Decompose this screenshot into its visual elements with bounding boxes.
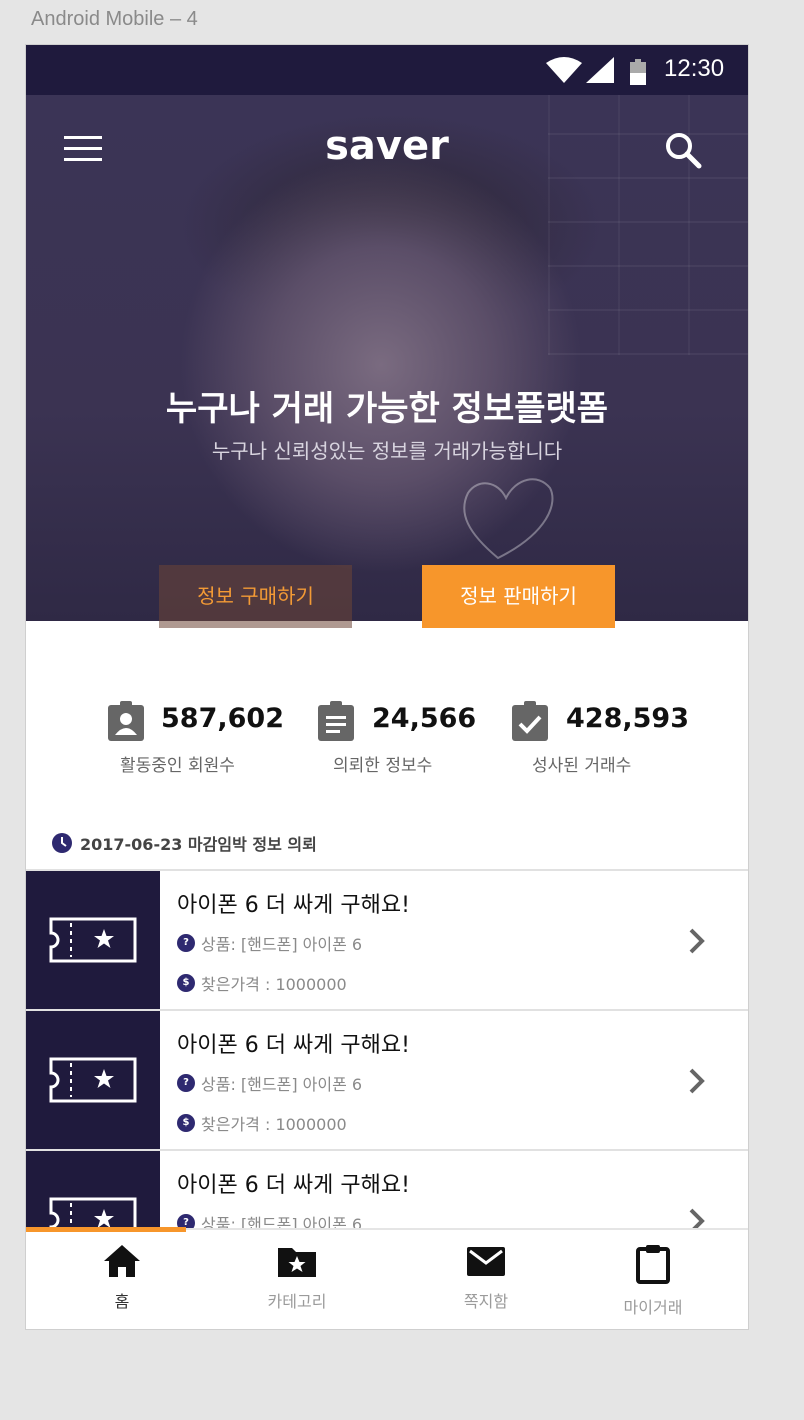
nav-messages-label: 쪽지함 [463, 1292, 509, 1311]
clipboard-check-icon [512, 701, 548, 741]
deadline-text: 2017-06-23 마감임박 정보 의뢰 [80, 835, 317, 854]
item-price: $ 찾은가격 : 1000000 [177, 1111, 347, 1135]
artboard-label: Android Mobile – 4 [31, 8, 198, 30]
item-product: ? 상품: [핸드폰] 아이폰 6 [177, 931, 362, 955]
hero-title: 누구나 거래 가능한 정보플랫폼 [165, 389, 609, 429]
clipboard-icon [636, 1245, 670, 1284]
nav-messages[interactable]: 쪽지함 [426, 1230, 546, 1329]
stat-deals-label: 성사된 거래수 [532, 756, 632, 776]
chevron-right-icon [689, 928, 705, 954]
item-product: ? 상품: [핸드폰] 아이폰 6 [177, 1071, 362, 1095]
stat-requests-label: 의뢰한 정보수 [333, 756, 433, 776]
sell-info-button[interactable]: 정보 판매하기 [422, 565, 615, 628]
item-price: $ 찾은가격 : 1000000 [177, 971, 347, 995]
signal-icon [586, 57, 614, 83]
clock-icon [52, 833, 72, 853]
ticket-star-icon [49, 917, 137, 963]
item-product-text: 상품: [핸드폰] 아이폰 6 [201, 1075, 363, 1094]
question-icon: ? [177, 1074, 195, 1092]
folder-star-icon [278, 1248, 316, 1277]
ticket-star-icon [49, 1057, 137, 1103]
hero-subtitle: 누구나 신뢰성있는 정보를 거래가능합니다 [211, 439, 563, 463]
item-price-text: 찾은가격 : 1000000 [201, 1115, 347, 1134]
hero-banner: saver 누구나 거래 가능한 정보플랫폼 누구나 신뢰성있는 정보를 거래가… [26, 95, 748, 628]
battery-icon [630, 59, 646, 85]
chevron-right-icon [689, 1068, 705, 1094]
clipboard-list-icon [318, 701, 354, 741]
list-item[interactable]: 아이폰 6 더 싸게 구해요! ? 상품: [핸드폰] 아이폰 6 $ 찾은가격… [26, 1009, 748, 1151]
item-price-text: 찾은가격 : 1000000 [201, 975, 347, 994]
dollar-icon: $ [177, 974, 195, 992]
status-time: 12:30 [664, 55, 725, 82]
request-list: 아이폰 6 더 싸게 구해요! ? 상품: [핸드폰] 아이폰 6 $ 찾은가격… [26, 869, 748, 1291]
list-item[interactable]: 아이폰 6 더 싸게 구해요! ? 상품: [핸드폰] 아이폰 6 $ 찾은가격… [26, 869, 748, 1011]
item-title: 아이폰 6 더 싸게 구해요! [177, 1173, 410, 1198]
nav-home[interactable]: 홈 [62, 1230, 182, 1329]
stat-deals-value: 428,593 [566, 703, 689, 734]
nav-home-label: 홈 [114, 1292, 130, 1311]
item-title: 아이폰 6 더 싸게 구해요! [177, 893, 410, 918]
home-icon [104, 1245, 140, 1277]
buy-info-button[interactable]: 정보 구매하기 [159, 565, 352, 628]
heart-icon [463, 478, 554, 560]
deadline-header: 2017-06-23 마감임박 정보 의뢰 [52, 831, 317, 855]
wifi-icon [546, 57, 582, 83]
bottom-nav: 홈 카테고리 쪽지함 마이거래 [26, 1227, 748, 1329]
brand-logo[interactable]: saver [26, 123, 748, 169]
nav-my-deals[interactable]: 마이거래 [593, 1230, 713, 1329]
question-icon: ? [177, 934, 195, 952]
status-bar: 12:30 [26, 45, 748, 95]
item-thumbnail [26, 871, 160, 1011]
item-title: 아이폰 6 더 싸게 구해요! [177, 1033, 410, 1058]
person-badge-icon [108, 701, 144, 741]
nav-my-deals-label: 마이거래 [623, 1298, 683, 1317]
search-icon[interactable] [664, 131, 702, 169]
mail-icon [467, 1247, 505, 1276]
stat-members-label: 활동중인 회원수 [120, 756, 235, 776]
item-thumbnail [26, 1011, 160, 1151]
stat-requests-value: 24,566 [372, 703, 477, 734]
nav-category[interactable]: 카테고리 [237, 1230, 357, 1329]
stat-members-value: 587,602 [161, 703, 284, 734]
nav-category-label: 카테고리 [267, 1292, 327, 1311]
item-product-text: 상품: [핸드폰] 아이폰 6 [201, 935, 363, 954]
dollar-icon: $ [177, 1114, 195, 1132]
phone-screen: 12:30 saver 누구나 거래 가능한 정보플랫폼 누구나 신뢰성있는 정… [25, 44, 749, 1330]
